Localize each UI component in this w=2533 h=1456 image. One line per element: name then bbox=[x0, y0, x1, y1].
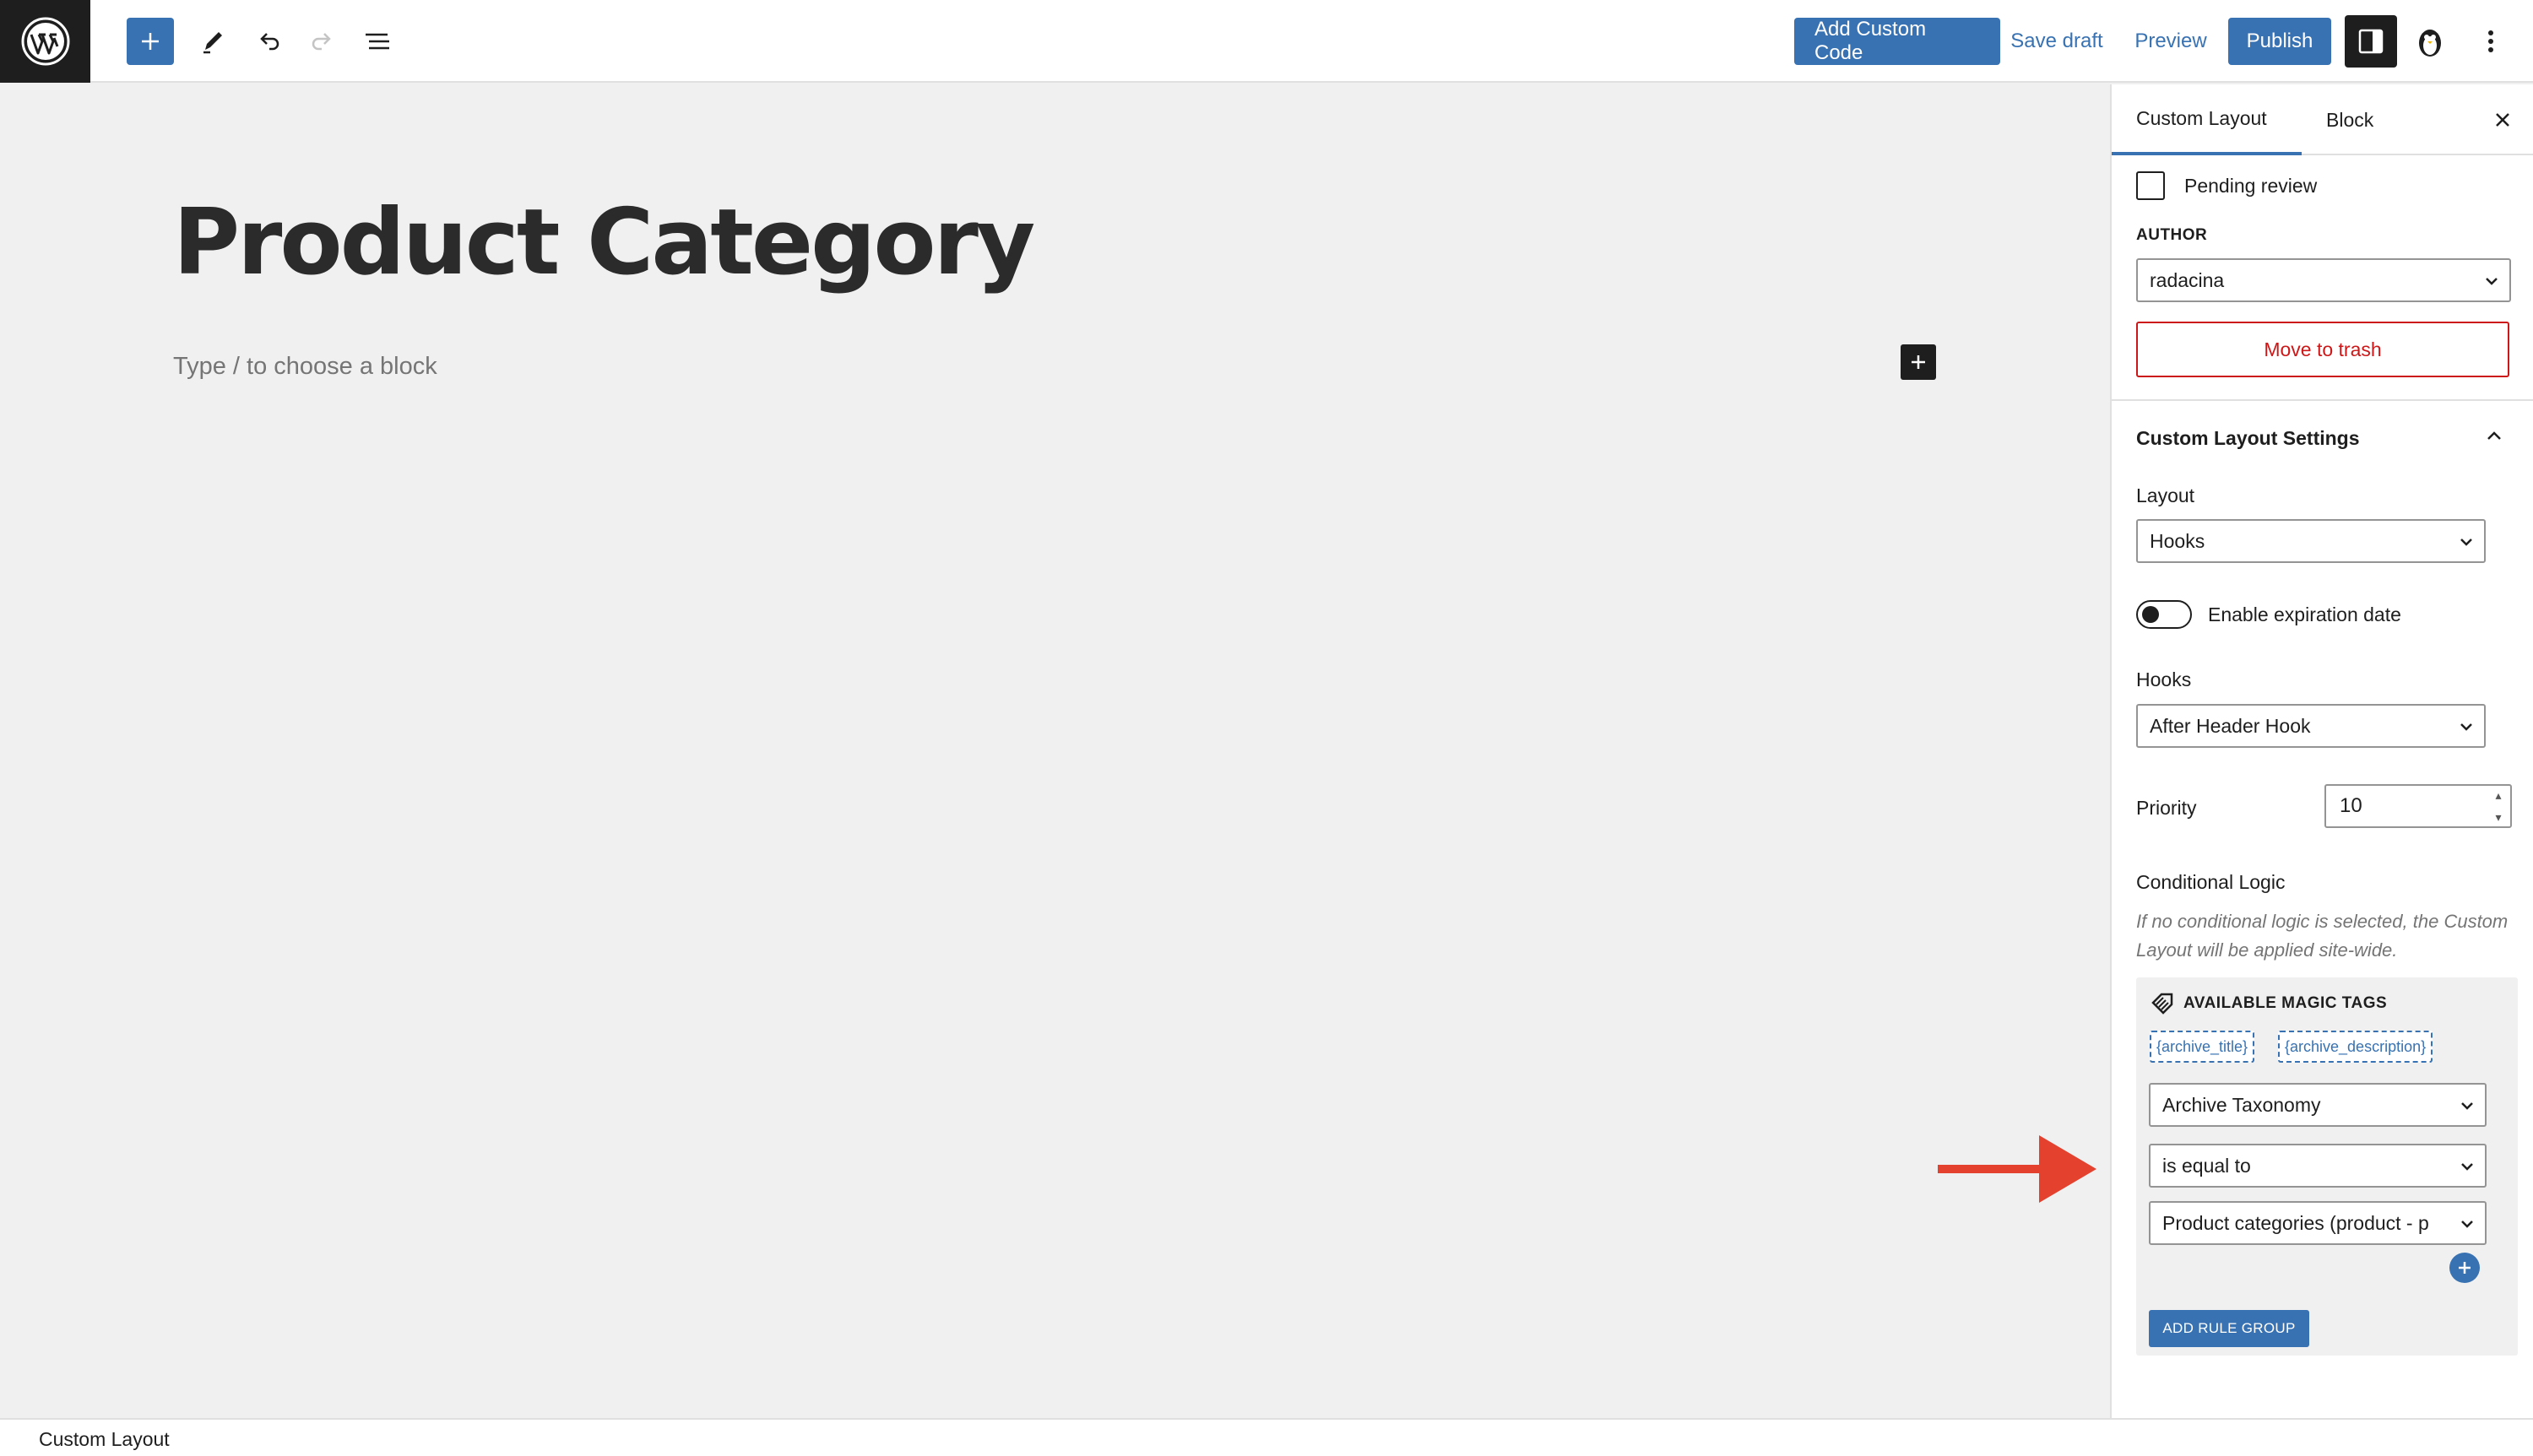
add-rule-group-button[interactable]: ADD RULE GROUP bbox=[2149, 1310, 2309, 1347]
rule-operator-select[interactable]: is equal to bbox=[2149, 1144, 2487, 1188]
undo-button[interactable] bbox=[245, 18, 292, 65]
conditional-logic-label: Conditional Logic bbox=[2136, 871, 2286, 893]
chevron-down-icon bbox=[2460, 539, 2472, 546]
magic-tag-archive-description[interactable]: {archive_description} bbox=[2278, 1031, 2433, 1063]
expiration-date-toggle[interactable] bbox=[2136, 600, 2192, 629]
list-view-icon bbox=[366, 33, 389, 50]
settings-sidebar: Custom Layout Block Pending review AUTHO… bbox=[2110, 84, 2533, 1418]
pencil-icon bbox=[203, 32, 222, 54]
magic-tag-archive-title[interactable]: {archive_title} bbox=[2150, 1031, 2255, 1063]
post-title[interactable]: Product Category bbox=[173, 190, 1035, 295]
rule-parameter-value: Archive Taxonomy bbox=[2162, 1093, 2321, 1116]
options-menu-button[interactable] bbox=[2467, 18, 2514, 65]
chevron-down-icon bbox=[2458, 1215, 2476, 1233]
author-select[interactable]: radacina bbox=[2136, 258, 2511, 302]
add-custom-code-button[interactable]: Add Custom Code bbox=[1794, 18, 2000, 65]
tag-icon bbox=[2151, 993, 2173, 1015]
plugin-button[interactable] bbox=[2406, 18, 2454, 65]
hooks-label: Hooks bbox=[2136, 668, 2192, 690]
tab-block[interactable]: Block bbox=[2302, 84, 2398, 155]
hooks-value: After Header Hook bbox=[2150, 714, 2311, 737]
rule-parameter-select[interactable]: Archive Taxonomy bbox=[2149, 1083, 2487, 1127]
hooks-select[interactable]: After Header Hook bbox=[2136, 704, 2486, 748]
undo-icon bbox=[260, 33, 279, 51]
redo-icon bbox=[312, 33, 331, 51]
close-icon bbox=[2496, 113, 2509, 127]
sidebar-icon bbox=[2358, 29, 2384, 54]
conditional-logic-hint: If no conditional logic is selected, the… bbox=[2136, 911, 2509, 961]
chevron-down-icon bbox=[2461, 1163, 2473, 1171]
document-overview-button[interactable] bbox=[354, 18, 401, 65]
redo-button[interactable] bbox=[299, 18, 346, 65]
author-label: AUTHOR bbox=[2136, 226, 2208, 244]
save-draft-button[interactable]: Save draft bbox=[2004, 18, 2110, 65]
chevron-up-icon[interactable] bbox=[2483, 425, 2505, 447]
editor-footer: Custom Layout bbox=[0, 1418, 2533, 1456]
layout-value: Hooks bbox=[2150, 529, 2205, 552]
red-arrow-annotation bbox=[1938, 1135, 2096, 1203]
editor-canvas: Product Category Type / to choose a bloc… bbox=[0, 84, 2110, 1418]
magic-tags-label: AVAILABLE MAGIC TAGS bbox=[2183, 994, 2388, 1012]
layout-label: Layout bbox=[2136, 484, 2195, 506]
priority-label: Priority bbox=[2136, 797, 2197, 819]
add-block-button[interactable] bbox=[1901, 344, 1936, 380]
priority-value: 10 bbox=[2340, 794, 2362, 817]
rule-value-select[interactable]: Product categories (product - p bbox=[2149, 1201, 2487, 1245]
pending-review-label: Pending review bbox=[2184, 175, 2318, 197]
rule-operator-value: is equal to bbox=[2162, 1154, 2251, 1177]
plus-icon bbox=[1912, 355, 1925, 369]
plus-icon bbox=[2459, 1262, 2471, 1274]
plus-icon bbox=[142, 33, 159, 50]
priority-input[interactable]: 10 ▴ ▾ bbox=[2324, 784, 2512, 828]
edit-tool-button[interactable] bbox=[189, 18, 236, 65]
editor-toolbar: Add Custom Code Save draft Preview Publi… bbox=[0, 0, 2533, 83]
sidebar-tabs: Custom Layout Block bbox=[2112, 84, 2533, 155]
layout-select[interactable]: Hooks bbox=[2136, 519, 2486, 563]
expiration-date-label: Enable expiration date bbox=[2208, 604, 2401, 625]
move-to-trash-button[interactable]: Move to trash bbox=[2136, 322, 2509, 377]
chevron-down-icon bbox=[2460, 723, 2472, 731]
author-value: radacina bbox=[2150, 268, 2225, 291]
settings-toggle-button[interactable] bbox=[2345, 15, 2397, 68]
chevron-down-icon bbox=[2461, 1102, 2473, 1110]
priority-stepper[interactable]: ▴ ▾ bbox=[2490, 789, 2507, 823]
more-vertical-icon bbox=[2488, 30, 2493, 52]
astra-penguin-icon bbox=[2419, 30, 2441, 57]
conditional-rules-panel: AVAILABLE MAGIC TAGS {archive_title} {ar… bbox=[2136, 977, 2518, 1356]
block-inserter-button[interactable] bbox=[127, 18, 174, 65]
pending-review-checkbox[interactable] bbox=[2136, 171, 2165, 200]
divider bbox=[2112, 399, 2533, 401]
wordpress-logo-icon[interactable] bbox=[0, 0, 90, 83]
block-placeholder[interactable]: Type / to choose a block bbox=[173, 353, 437, 381]
close-sidebar-button[interactable] bbox=[2486, 103, 2519, 137]
preview-button[interactable]: Preview bbox=[2129, 18, 2213, 65]
add-rule-button[interactable] bbox=[2449, 1253, 2480, 1283]
custom-layout-settings-heading[interactable]: Custom Layout Settings bbox=[2136, 427, 2360, 450]
breadcrumb[interactable]: Custom Layout bbox=[39, 1428, 170, 1451]
chevron-down-icon bbox=[2486, 278, 2498, 285]
tab-custom-layout[interactable]: Custom Layout bbox=[2112, 84, 2302, 155]
publish-button[interactable]: Publish bbox=[2228, 18, 2331, 65]
rule-value: Product categories (product - p bbox=[2162, 1211, 2429, 1234]
